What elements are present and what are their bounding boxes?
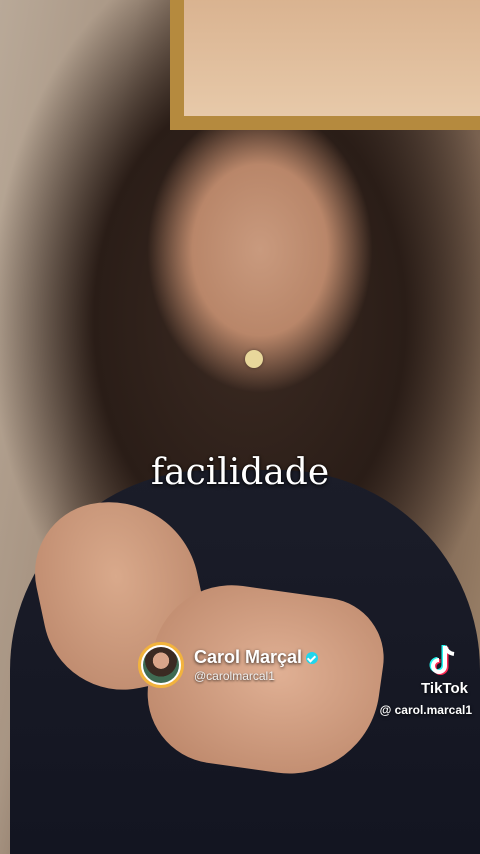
creator-info: Carol Marçal @carolmarcal1	[194, 647, 319, 683]
tiktok-watermark: TikTok @ carol.marcal1	[380, 644, 472, 717]
creator-tag[interactable]: Carol Marçal @carolmarcal1	[138, 642, 319, 688]
tiktok-logo-icon	[429, 645, 455, 675]
creator-handle: @carolmarcal1	[194, 669, 275, 683]
background-painting	[170, 0, 480, 130]
video-caption: facilidade	[150, 452, 330, 493]
tiktok-handle: @ carol.marcal1	[379, 703, 472, 717]
video-frame[interactable]: facilidade Carol Marçal @carolmarcal1 Ti…	[0, 0, 480, 854]
avatar[interactable]	[138, 642, 184, 688]
avatar-image	[143, 647, 179, 683]
lapel-microphone	[245, 350, 263, 368]
creator-name-row: Carol Marçal	[194, 647, 319, 668]
creator-name: Carol Marçal	[194, 647, 303, 667]
verified-badge-icon	[306, 651, 319, 664]
tiktok-brand: TikTok	[421, 680, 468, 697]
